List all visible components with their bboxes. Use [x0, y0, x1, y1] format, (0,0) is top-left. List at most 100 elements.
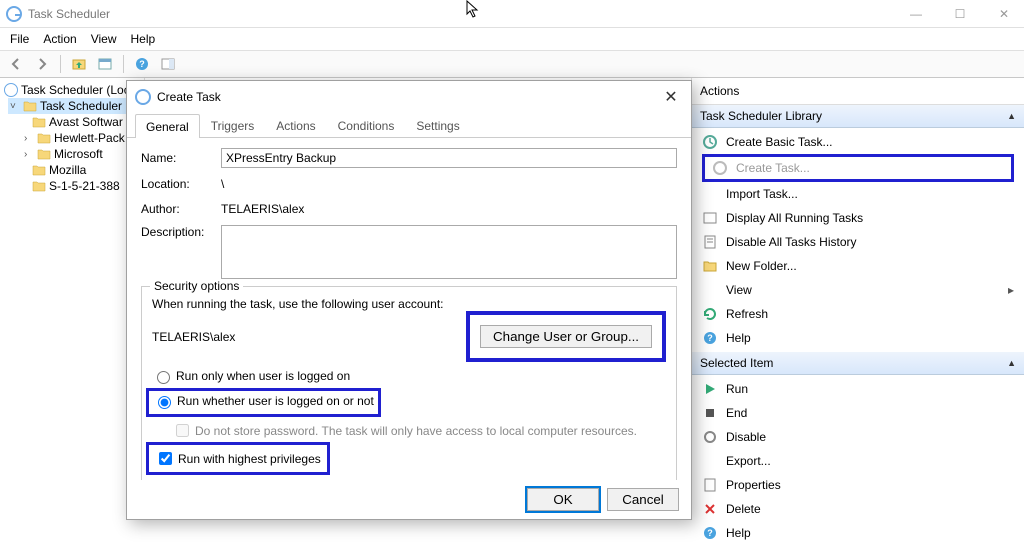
window-title: Task Scheduler: [28, 7, 902, 21]
radio-label: Run only when user is logged on: [176, 369, 350, 383]
action-disable[interactable]: Disable: [692, 425, 1024, 449]
tree-item-sid[interactable]: S-1-5-21-388: [16, 178, 142, 194]
minimize-button[interactable]: —: [902, 7, 930, 21]
check-highest-priv[interactable]: Run with highest privileges: [155, 449, 321, 468]
radio-whether-logged-input[interactable]: [158, 396, 171, 409]
check-highest-priv-input[interactable]: [159, 452, 172, 465]
tree-pane: Task Scheduler (Loc ˅ Task Scheduler Li …: [0, 78, 145, 520]
action-help[interactable]: ? Help: [692, 326, 1024, 350]
tab-actions[interactable]: Actions: [265, 113, 326, 137]
radio-whether-logged[interactable]: Run whether user is logged on or not: [153, 393, 374, 409]
toolbar: ?: [0, 51, 1024, 78]
disable-history-icon: [702, 234, 718, 250]
action-run[interactable]: Run: [692, 377, 1024, 401]
actions-header: Actions: [692, 78, 1024, 105]
tree-library[interactable]: ˅ Task Scheduler Li: [8, 98, 142, 114]
location-label: Location:: [141, 177, 221, 191]
close-button[interactable]: ✕: [990, 7, 1018, 21]
change-user-button[interactable]: Change User or Group...: [480, 325, 652, 348]
forward-button[interactable]: [32, 54, 52, 74]
up-button[interactable]: [69, 54, 89, 74]
collapse-icon: ▲: [1007, 111, 1016, 121]
check-label: Do not store password. The task will onl…: [195, 424, 637, 438]
highlight-box: Run with highest privileges: [146, 442, 330, 475]
dialog-close-button[interactable]: ✕: [659, 87, 683, 107]
action-properties[interactable]: Properties: [692, 473, 1024, 497]
menu-action[interactable]: Action: [43, 32, 76, 46]
action-help-2[interactable]: ? Help: [692, 521, 1024, 545]
dialog-title: Create Task: [157, 90, 659, 104]
action-create-basic-task[interactable]: Create Basic Task...: [692, 130, 1024, 154]
action-disable-history[interactable]: Disable All Tasks History: [692, 230, 1024, 254]
action-label: Disable: [726, 430, 766, 444]
menu-file[interactable]: File: [10, 32, 29, 46]
radio-logged-on-input[interactable]: [157, 371, 170, 384]
actions-group-label: Task Scheduler Library: [700, 109, 822, 123]
action-display-running[interactable]: Display All Running Tasks: [692, 206, 1024, 230]
actions-group-selected[interactable]: Selected Item ▲: [692, 352, 1024, 375]
maximize-button[interactable]: ☐: [946, 7, 974, 21]
check-no-password-input: [176, 424, 189, 437]
tab-conditions[interactable]: Conditions: [327, 113, 406, 137]
tab-general[interactable]: General: [135, 114, 200, 138]
action-end[interactable]: End: [692, 401, 1024, 425]
check-label: Run with highest privileges: [178, 452, 321, 466]
run-icon: [702, 381, 718, 397]
tree-item-hp[interactable]: › Hewlett-Pack: [8, 130, 142, 146]
location-value: \: [221, 175, 224, 193]
expand-icon[interactable]: ›: [24, 149, 34, 160]
tab-settings[interactable]: Settings: [405, 113, 470, 137]
tree-item-label: Hewlett-Pack: [54, 131, 125, 145]
tree-root[interactable]: Task Scheduler (Loc: [2, 82, 142, 98]
export-icon: [702, 453, 718, 469]
folder-icon: [37, 132, 51, 144]
action-label: Create Task...: [736, 161, 810, 175]
action-refresh[interactable]: Refresh: [692, 302, 1024, 326]
tree-item-avast[interactable]: Avast Softwar: [16, 114, 142, 130]
tree-root-label: Task Scheduler (Loc: [21, 83, 130, 97]
radio-logged-on[interactable]: Run only when user is logged on: [152, 368, 350, 384]
folder-icon: [23, 100, 37, 112]
title-bar: Task Scheduler — ☐ ✕: [0, 0, 1024, 28]
action-view[interactable]: View ▸: [692, 278, 1024, 302]
ok-button[interactable]: OK: [527, 488, 599, 511]
action-new-folder[interactable]: New Folder...: [692, 254, 1024, 278]
action-label: Properties: [726, 478, 781, 492]
menu-view[interactable]: View: [91, 32, 117, 46]
back-button[interactable]: [6, 54, 26, 74]
action-delete[interactable]: Delete: [692, 497, 1024, 521]
window-controls: — ☐ ✕: [902, 7, 1018, 21]
panel-button[interactable]: [158, 54, 178, 74]
description-input[interactable]: [221, 225, 677, 279]
collapse-icon[interactable]: ˅: [10, 101, 20, 112]
svg-text:?: ?: [707, 333, 713, 343]
action-import-task[interactable]: Import Task...: [692, 182, 1024, 206]
action-label: Help: [726, 331, 751, 345]
security-legend: Security options: [150, 279, 243, 293]
action-label: Export...: [726, 454, 771, 468]
actions-group-library[interactable]: Task Scheduler Library ▲: [692, 105, 1024, 128]
help-icon: ?: [702, 330, 718, 346]
action-label: Run: [726, 382, 748, 396]
task-scheduler-icon: [4, 83, 18, 97]
dialog-buttons: OK Cancel: [127, 480, 691, 519]
help-icon[interactable]: ?: [132, 54, 152, 74]
menu-help[interactable]: Help: [131, 32, 156, 46]
action-export[interactable]: Export...: [692, 449, 1024, 473]
action-create-task[interactable]: Create Task...: [708, 158, 1008, 178]
action-label: Import Task...: [726, 187, 798, 201]
name-label: Name:: [141, 151, 221, 165]
expand-icon[interactable]: ›: [24, 133, 34, 144]
import-task-icon: [702, 186, 718, 202]
cancel-button[interactable]: Cancel: [607, 488, 679, 511]
action-label: Delete: [726, 502, 761, 516]
tab-triggers[interactable]: Triggers: [200, 113, 266, 137]
name-input[interactable]: [221, 148, 677, 168]
tree-item-microsoft[interactable]: › Microsoft: [8, 146, 142, 162]
tree-item-label: Avast Softwar: [49, 115, 123, 129]
security-instruction: When running the task, use the following…: [152, 297, 666, 311]
tree-item-mozilla[interactable]: Mozilla: [16, 162, 142, 178]
dialog-icon: [135, 89, 151, 105]
radio-label: Run whether user is logged on or not: [177, 394, 374, 408]
show-hide-button[interactable]: [95, 54, 115, 74]
